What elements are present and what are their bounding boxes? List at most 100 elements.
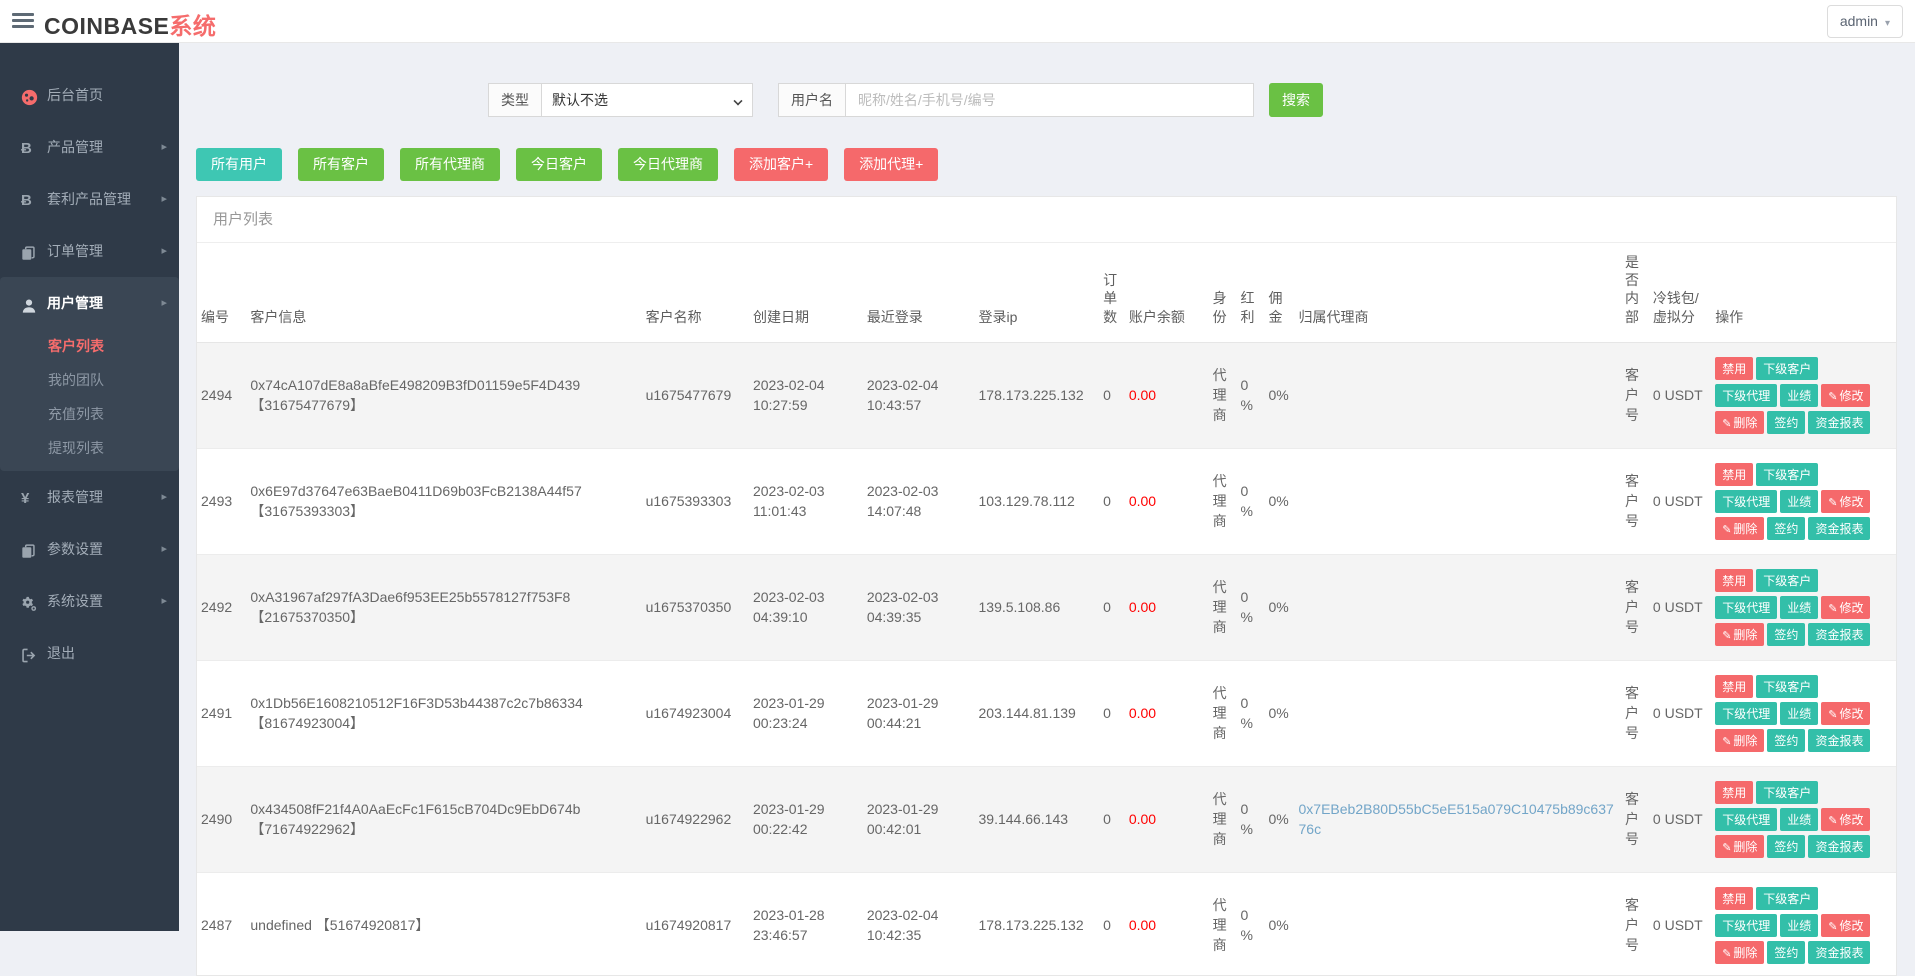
cell-id: 2491 xyxy=(197,660,246,766)
sub-customers-button[interactable]: 下级客户 xyxy=(1756,887,1818,910)
disable-button[interactable]: 禁用 xyxy=(1715,357,1753,380)
edit-button[interactable]: ✎修改 xyxy=(1821,384,1870,407)
cell-created: 2023-02-0410:27:59 xyxy=(749,342,863,448)
delete-button[interactable]: ✎删除 xyxy=(1715,517,1764,540)
pencil-icon: ✎ xyxy=(1828,709,1837,721)
sub-agents-button[interactable]: 下级代理 xyxy=(1715,914,1777,937)
sub-agents-button[interactable]: 下级代理 xyxy=(1715,490,1777,513)
delete-button[interactable]: ✎删除 xyxy=(1715,941,1764,964)
sub-customers-button[interactable]: 下级客户 xyxy=(1756,463,1818,486)
table-row: 24920xA31967af297fA3Dae6f953EE25b5578127… xyxy=(197,554,1896,660)
delete-button[interactable]: ✎删除 xyxy=(1715,411,1764,434)
sign-button[interactable]: 签约 xyxy=(1767,729,1805,752)
disable-button[interactable]: 禁用 xyxy=(1715,887,1753,910)
sidebar-item-8[interactable]: 退出 xyxy=(0,627,179,679)
bitcoin-icon: Ƀ xyxy=(21,122,47,175)
brand-accent: 系统 xyxy=(169,13,216,39)
cell-bonus: 0% xyxy=(1237,554,1265,660)
delete-button[interactable]: ✎删除 xyxy=(1715,729,1764,752)
sub-customers-button[interactable]: 下级客户 xyxy=(1756,357,1818,380)
edit-button[interactable]: ✎修改 xyxy=(1821,808,1870,831)
disable-button[interactable]: 禁用 xyxy=(1715,675,1753,698)
sidebar-item-4[interactable]: 用户管理▸ xyxy=(0,277,179,329)
sign-button[interactable]: 签约 xyxy=(1767,941,1805,964)
sidebar-item-5[interactable]: ¥报表管理▸ xyxy=(0,471,179,523)
performance-button[interactable]: 业绩 xyxy=(1780,914,1818,937)
performance-button[interactable]: 业绩 xyxy=(1780,490,1818,513)
add-agent-button[interactable]: 添加代理+ xyxy=(844,148,938,181)
add-customer-button[interactable]: 添加客户+ xyxy=(734,148,828,181)
sidebar-subitem-1[interactable]: 我的团队 xyxy=(0,363,179,397)
performance-button[interactable]: 业绩 xyxy=(1780,702,1818,725)
fund-report-button[interactable]: 资金报表 xyxy=(1808,729,1870,752)
sidebar-subitem-3[interactable]: 提现列表 xyxy=(0,431,179,465)
col-header-created: 创建日期 xyxy=(749,243,863,342)
fund-report-button[interactable]: 资金报表 xyxy=(1808,941,1870,964)
sub-agents-button[interactable]: 下级代理 xyxy=(1715,808,1777,831)
cell-wallet: 0 USDT xyxy=(1649,872,1711,976)
cell-bonus: 0% xyxy=(1237,872,1265,976)
all-customers-button[interactable]: 所有客户 xyxy=(298,148,384,181)
sign-button[interactable]: 签约 xyxy=(1767,411,1805,434)
sub-customers-button[interactable]: 下级客户 xyxy=(1756,675,1818,698)
agent-link[interactable]: 0x7EBeb2B80D55bC5eE515a079C10475b89c6377… xyxy=(1299,801,1614,837)
col-header-login: 最近登录 xyxy=(863,243,975,342)
sidebar-item-3[interactable]: 订单管理▸ xyxy=(0,225,179,277)
chevron-right-icon: ▸ xyxy=(161,225,167,277)
disable-button[interactable]: 禁用 xyxy=(1715,781,1753,804)
cell-created: 2023-01-2823:46:57 xyxy=(749,872,863,976)
fund-report-button[interactable]: 资金报表 xyxy=(1808,835,1870,858)
sub-agents-button[interactable]: 下级代理 xyxy=(1715,596,1777,619)
cell-actions: 禁用下级客户下级代理业绩✎修改 ✎删除签约资金报表 xyxy=(1711,872,1896,976)
sidebar-item-label: 套利产品管理 xyxy=(47,191,131,207)
fund-report-button[interactable]: 资金报表 xyxy=(1808,623,1870,646)
performance-button[interactable]: 业绩 xyxy=(1780,596,1818,619)
menu-toggle-icon[interactable] xyxy=(12,13,34,30)
sign-button[interactable]: 签约 xyxy=(1767,835,1805,858)
fund-report-button[interactable]: 资金报表 xyxy=(1808,411,1870,434)
sidebar-item-0[interactable]: 后台首页 xyxy=(0,69,179,121)
sidebar-subitem-0[interactable]: 客户列表 xyxy=(0,329,179,363)
cell-wallet: 0 USDT xyxy=(1649,766,1711,872)
sub-agents-button[interactable]: 下级代理 xyxy=(1715,702,1777,725)
search-button[interactable]: 搜索 xyxy=(1269,83,1323,117)
chevron-down-icon: ▾ xyxy=(1885,18,1890,29)
cell-agent xyxy=(1295,448,1621,554)
sub-agents-button[interactable]: 下级代理 xyxy=(1715,384,1777,407)
sidebar-subitem-2[interactable]: 充值列表 xyxy=(0,397,179,431)
sub-customers-button[interactable]: 下级客户 xyxy=(1756,781,1818,804)
username-input[interactable] xyxy=(845,83,1254,117)
sidebar-item-7[interactable]: 系统设置▸ xyxy=(0,575,179,627)
performance-button[interactable]: 业绩 xyxy=(1780,808,1818,831)
performance-button[interactable]: 业绩 xyxy=(1780,384,1818,407)
delete-button[interactable]: ✎删除 xyxy=(1715,623,1764,646)
cell-commission: 0% xyxy=(1264,342,1294,448)
edit-button[interactable]: ✎修改 xyxy=(1821,596,1870,619)
user-menu[interactable]: admin▾ xyxy=(1827,5,1903,38)
sidebar-item-6[interactable]: 参数设置▸ xyxy=(0,523,179,575)
all-users-button[interactable]: 所有用户 xyxy=(196,148,282,181)
cell-actions: 禁用下级客户下级代理业绩✎修改 ✎删除签约资金报表 xyxy=(1711,766,1896,872)
fund-report-button[interactable]: 资金报表 xyxy=(1808,517,1870,540)
edit-button[interactable]: ✎修改 xyxy=(1821,702,1870,725)
type-select[interactable]: 默认不选 xyxy=(541,83,753,117)
cell-actions: 禁用下级客户下级代理业绩✎修改 ✎删除签约资金报表 xyxy=(1711,448,1896,554)
cell-wallet: 0 USDT xyxy=(1649,342,1711,448)
all-agents-button[interactable]: 所有代理商 xyxy=(400,148,500,181)
sidebar-item-2[interactable]: Ƀ套利产品管理▸ xyxy=(0,173,179,225)
sidebar-item-1[interactable]: Ƀ产品管理▸ xyxy=(0,121,179,173)
cell-commission: 0% xyxy=(1264,766,1294,872)
today-agents-button[interactable]: 今日代理商 xyxy=(618,148,718,181)
sub-customers-button[interactable]: 下级客户 xyxy=(1756,569,1818,592)
edit-button[interactable]: ✎修改 xyxy=(1821,490,1870,513)
edit-button[interactable]: ✎修改 xyxy=(1821,914,1870,937)
today-customers-button[interactable]: 今日客户 xyxy=(516,148,602,181)
col-header-name: 客户名称 xyxy=(642,243,749,342)
disable-button[interactable]: 禁用 xyxy=(1715,569,1753,592)
cell-balance: 0.00 xyxy=(1125,554,1209,660)
sign-button[interactable]: 签约 xyxy=(1767,517,1805,540)
disable-button[interactable]: 禁用 xyxy=(1715,463,1753,486)
delete-button[interactable]: ✎删除 xyxy=(1715,835,1764,858)
gear-icon xyxy=(21,576,47,628)
sign-button[interactable]: 签约 xyxy=(1767,623,1805,646)
